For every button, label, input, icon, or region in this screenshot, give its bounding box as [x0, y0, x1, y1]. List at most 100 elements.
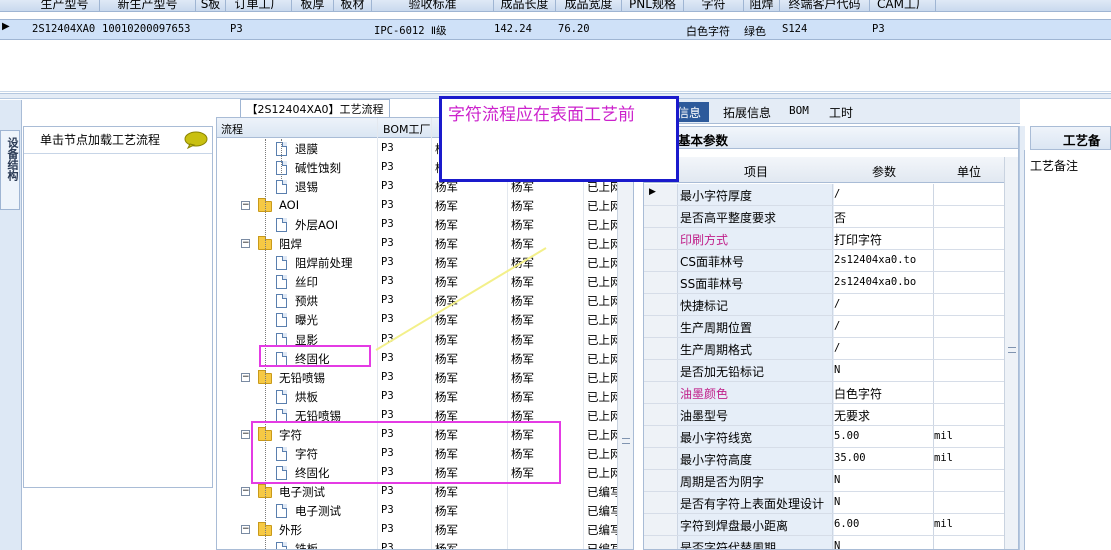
param-row[interactable]: 是否字符代替周期 N	[644, 536, 1004, 549]
col-header-length[interactable]: 成品长度	[494, 0, 556, 11]
row-header[interactable]	[644, 426, 678, 447]
tree-row[interactable]: 无铅喷锡 P3 杨军 杨军 已上网	[217, 406, 622, 425]
tree-row[interactable]: 字符 P3 杨军 杨军 已上网	[217, 444, 622, 463]
param-row[interactable]: SS面菲林号 2s12404xa0.bo	[644, 272, 1004, 294]
tree-row[interactable]: − 字符 P3 杨军 杨军 已上网	[217, 425, 622, 444]
col-header-order-factory[interactable]: 订单工厂	[226, 0, 292, 11]
row-header[interactable]	[644, 316, 678, 337]
param-row[interactable]: 最小字符高度 35.00 mil	[644, 448, 1004, 470]
param-value[interactable]: N	[834, 540, 840, 549]
tree-row[interactable]: − 无铅喷锡 P3 杨军 杨军 已上网	[217, 368, 622, 387]
document-icon	[276, 351, 287, 366]
row-header[interactable]	[644, 228, 678, 249]
param-row[interactable]: 印刷方式 打印字符	[644, 228, 1004, 250]
param-row[interactable]: 油墨型号 无要求	[644, 404, 1004, 426]
params-col-param[interactable]: 参数	[834, 163, 934, 180]
param-value[interactable]: 打印字符	[834, 231, 882, 248]
param-row[interactable]: 周期是否为阴字 N	[644, 470, 1004, 492]
param-value[interactable]: /	[834, 298, 840, 310]
param-value[interactable]: 否	[834, 209, 846, 226]
row-header[interactable]	[644, 492, 678, 513]
param-value[interactable]: 无要求	[834, 407, 870, 424]
row-header[interactable]	[644, 382, 678, 403]
tree-row[interactable]: 烘板 P3 杨军 杨军 已上网	[217, 387, 622, 406]
param-value[interactable]: 2s12404xa0.bo	[834, 276, 916, 288]
param-row[interactable]: 生产周期位置 /	[644, 316, 1004, 338]
param-row[interactable]: 最小字符线宽 5.00 mil	[644, 426, 1004, 448]
row-header[interactable]	[644, 404, 678, 425]
row-header[interactable]	[644, 514, 678, 535]
tab-process-flow[interactable]: 【2S12404XA0】工艺流程	[240, 99, 390, 117]
param-value[interactable]: 白色字符	[834, 385, 882, 402]
tree-row[interactable]: 电子测试 P3 杨军 已编写	[217, 501, 622, 520]
param-value[interactable]: N	[834, 364, 840, 376]
param-value[interactable]: /	[834, 188, 840, 200]
param-value[interactable]: /	[834, 342, 840, 354]
row-header[interactable]	[644, 272, 678, 293]
node-list[interactable]	[24, 153, 212, 487]
table-row[interactable]: ▶ 2S12404XA0 10010200097653 P3 IPC-6012 …	[0, 19, 1111, 40]
param-row[interactable]: 字符到焊盘最小距离 6.00 mil	[644, 514, 1004, 536]
param-label: 油墨型号	[680, 409, 729, 423]
collapse-toggle-icon[interactable]: −	[241, 201, 250, 211]
param-row[interactable]: ▶ 最小字符厚度 /	[644, 184, 1004, 206]
row-header[interactable]	[644, 338, 678, 359]
tree-row[interactable]: 终固化 P3 杨军 杨军 已上网	[217, 463, 622, 482]
param-row[interactable]: CS面菲林号 2s12404xa0.to	[644, 250, 1004, 272]
process-notes-tab[interactable]: 工艺备注	[1030, 126, 1111, 167]
collapse-toggle-icon[interactable]: −	[241, 486, 250, 496]
collapse-toggle-icon[interactable]: −	[241, 525, 250, 534]
param-row[interactable]: 生产周期格式 /	[644, 338, 1004, 360]
tree-col-process[interactable]: 流程	[221, 121, 243, 137]
tree-row[interactable]: − AOI P3 杨军 杨军 已上网	[217, 196, 622, 215]
param-value[interactable]: N	[834, 474, 840, 486]
tree-scrollbar[interactable]	[617, 138, 633, 549]
col-header-width[interactable]: 成品宽度	[556, 0, 622, 11]
col-header-new-part-no[interactable]: 新生产型号	[100, 0, 196, 11]
param-value[interactable]: 35.00	[834, 452, 866, 464]
collapse-toggle-icon[interactable]: −	[241, 239, 250, 249]
speech-bubble-icon[interactable]	[184, 131, 208, 149]
col-header-s-board[interactable]: S板	[196, 0, 226, 11]
param-row[interactable]: 是否有字符上表面处理设计 N	[644, 492, 1004, 514]
tree-row[interactable]: − 电子测试 P3 杨军 已编写	[217, 482, 622, 501]
row-header[interactable]	[644, 250, 678, 271]
tab-work-hours[interactable]: 工时	[821, 102, 861, 122]
param-value[interactable]: 5.00	[834, 430, 859, 442]
collapse-toggle-icon[interactable]: −	[241, 372, 250, 382]
col-header-part-no[interactable]: 生产型号	[30, 0, 100, 11]
param-value[interactable]: 6.00	[834, 518, 859, 530]
equipment-structure-tab[interactable]: 设备结构	[0, 130, 20, 210]
param-row[interactable]: 快捷标记 /	[644, 294, 1004, 316]
row-header[interactable]	[644, 360, 678, 381]
tab-extend-info[interactable]: 拓展信息	[715, 102, 779, 122]
params-col-item[interactable]: 项目	[678, 163, 834, 180]
col-header-pnl[interactable]: PNL规格	[622, 0, 684, 11]
col-header-thickness[interactable]: 板厚	[292, 0, 334, 11]
col-header-customer-code[interactable]: 终端客户代码	[780, 0, 870, 11]
collapse-toggle-icon[interactable]: −	[241, 429, 250, 439]
row-header[interactable]	[644, 470, 678, 491]
col-header-standard[interactable]: 验收标准	[372, 0, 494, 11]
tree-row[interactable]: 外层AOI P3 杨军 杨军 已上网	[217, 215, 622, 234]
tab-bom[interactable]: BOM	[781, 102, 817, 122]
col-header-cam-factory[interactable]: CAM工厂	[870, 0, 936, 11]
param-row[interactable]: 是否加无铅标记 N	[644, 360, 1004, 382]
row-header[interactable]	[644, 206, 678, 227]
col-header-mask[interactable]: 阻焊	[744, 0, 780, 11]
row-header[interactable]	[644, 448, 678, 469]
tree-col-bom-factory[interactable]: BOM工厂	[383, 121, 431, 137]
tree-row[interactable]: 铣板 P3 杨军 已编写	[217, 539, 622, 549]
param-value[interactable]: /	[834, 320, 840, 332]
col-header-char[interactable]: 字符	[684, 0, 744, 11]
params-scrollbar[interactable]	[1004, 157, 1018, 549]
params-col-unit[interactable]: 单位	[934, 163, 1004, 180]
param-row[interactable]: 油墨颜色 白色字符	[644, 382, 1004, 404]
row-header[interactable]	[644, 536, 678, 549]
param-value[interactable]: N	[834, 496, 840, 508]
param-value[interactable]: 2s12404xa0.to	[834, 254, 916, 266]
tree-row[interactable]: − 外形 P3 杨军 已编写	[217, 520, 622, 539]
row-header[interactable]	[644, 294, 678, 315]
param-row[interactable]: 是否高平整度要求 否	[644, 206, 1004, 228]
col-header-material[interactable]: 板材	[334, 0, 372, 11]
